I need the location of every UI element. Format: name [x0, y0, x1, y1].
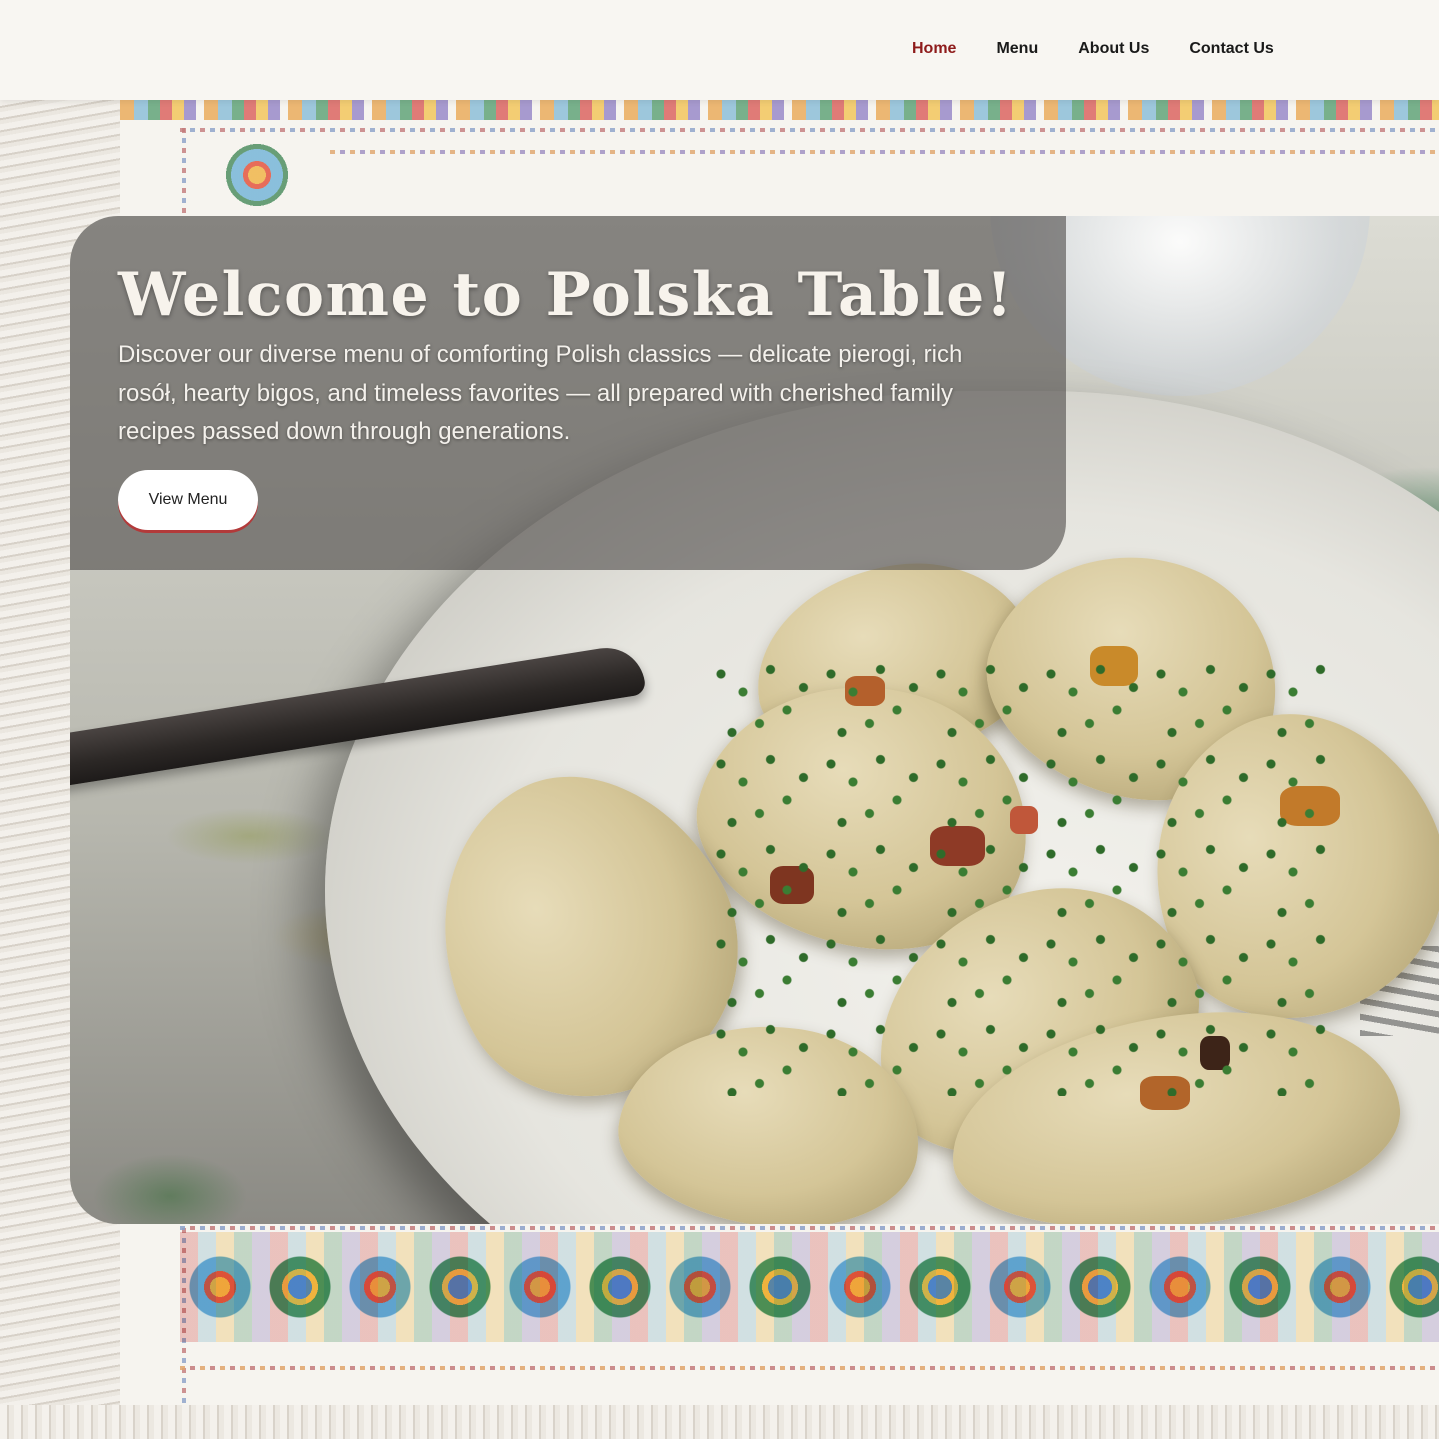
hero-description: Discover our diverse menu of comforting … [118, 341, 963, 445]
embroidery-dots-bottom-upper [180, 1226, 1439, 1230]
nav-home-link[interactable]: Home [912, 38, 956, 60]
nav-about-link[interactable]: About Us [1078, 38, 1149, 60]
embroidery-dots-bottom [180, 1366, 1439, 1370]
hero-card: Welcome to Polska Table! Discover our di… [70, 216, 1066, 570]
embroidery-flower-icon [222, 140, 292, 210]
main-nav: Home Menu About Us Contact Us [912, 38, 1314, 60]
site-header: Home Menu About Us Contact Us [0, 0, 1439, 100]
nav-contact-link[interactable]: Contact Us [1189, 38, 1273, 60]
tablecloth-fringe-bottom [0, 1405, 1439, 1439]
nav-menu-link[interactable]: Menu [996, 38, 1038, 60]
chives-garnish-image [710, 656, 1330, 1096]
hero-title: Welcome to Polska Table! [118, 260, 1014, 330]
embroidery-top-border [120, 100, 1439, 120]
embroidery-dots-top-inner [330, 150, 1439, 154]
embroidery-dots-top [180, 128, 1439, 132]
embroidery-bottom-band [180, 1232, 1439, 1342]
view-menu-button[interactable]: View Menu [118, 470, 258, 530]
